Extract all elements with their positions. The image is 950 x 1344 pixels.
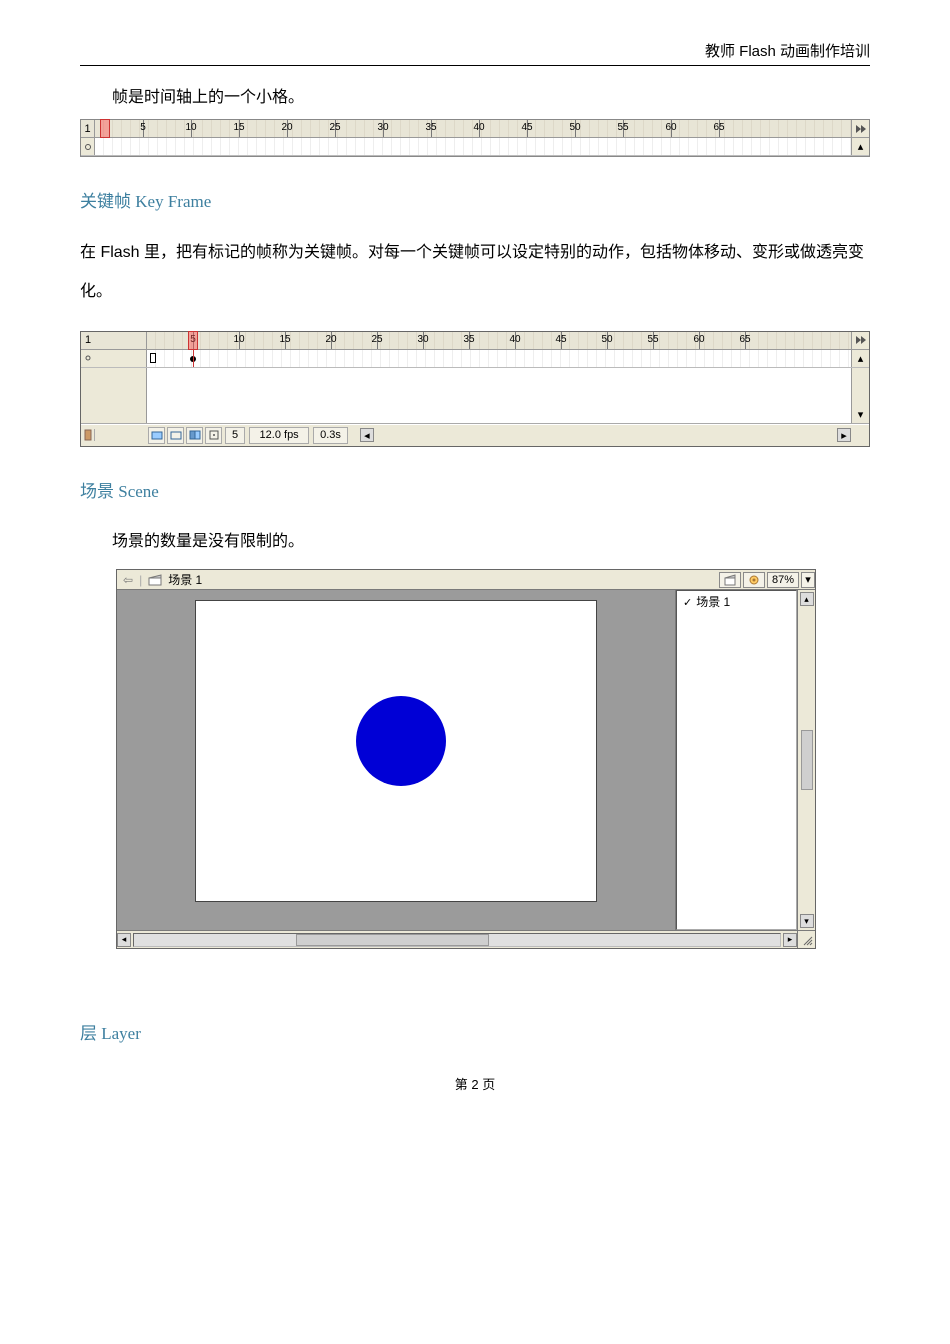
toolbar-handle[interactable] — [81, 429, 95, 441]
ruler-tick-label: 15 — [279, 334, 290, 345]
page-header: 教师 Flash 动画制作培训 — [80, 40, 870, 61]
hscroll-thumb[interactable] — [296, 934, 490, 946]
breadcrumb-scene-label[interactable]: 场景 1 — [168, 571, 202, 588]
vertical-scrollbar[interactable] — [797, 590, 815, 930]
timeline-ruler-1: 1 5 10 15 20 25 30 35 40 45 50 55 60 65 — [80, 119, 870, 157]
ruler-tick-label: 30 — [377, 122, 388, 133]
scroll-up-icon[interactable] — [851, 138, 869, 155]
ruler-tick-label: 65 — [713, 122, 724, 133]
ruler-track[interactable]: 5101520253035404550556065 — [147, 332, 851, 349]
ruler-tick-label: 45 — [555, 334, 566, 345]
para-keyframe: 在 Flash 里，把有标记的帧称为关键帧。对每一个关键帧可以设定特别的动作，包… — [80, 234, 870, 311]
horizontal-scrollbar[interactable] — [117, 931, 797, 948]
ruler-tick-label: 30 — [417, 334, 428, 345]
scroll-down-icon[interactable] — [851, 368, 869, 423]
ruler-end-button[interactable] — [851, 332, 869, 349]
blank-keyframe-marker[interactable] — [150, 353, 156, 363]
ruler-start-cell: 1 — [81, 120, 95, 137]
ruler-tick-label: 60 — [693, 334, 704, 345]
ruler-tick-label: 10 — [233, 334, 244, 345]
onion-skin-outline-icon[interactable] — [167, 427, 184, 444]
edit-multiple-frames-icon[interactable] — [186, 427, 203, 444]
track-left-gutter — [81, 350, 147, 367]
hscroll-right-icon[interactable] — [837, 428, 851, 442]
ruler-tick-label: 25 — [329, 122, 340, 133]
scroll-up-icon[interactable] — [800, 592, 814, 606]
fps-field[interactable]: 12.0 fps — [249, 427, 309, 444]
scene-list-panel: 场景 1 — [675, 590, 797, 930]
playhead[interactable] — [188, 331, 198, 350]
ruler-tick-label: 55 — [617, 122, 628, 133]
ruler-tick-label: 40 — [509, 334, 520, 345]
ruler-tick-label: 25 — [371, 334, 382, 345]
ruler-tick-label: 65 — [739, 334, 750, 345]
scene-list-item-label: 场景 1 — [696, 593, 730, 610]
page-number: 第 2 页 — [80, 1074, 870, 1093]
stage-canvas[interactable] — [195, 600, 597, 902]
ruler-tick-label: 10 — [185, 122, 196, 133]
heading-keyframe: 关键帧 Key Frame — [80, 187, 870, 212]
heading-scene: 场景 Scene — [80, 477, 870, 502]
zoom-dropdown-icon[interactable] — [801, 572, 815, 588]
ruler-tick-label: 45 — [521, 122, 532, 133]
edit-symbol-icon[interactable] — [743, 572, 765, 588]
ruler-tick-label: 20 — [325, 334, 336, 345]
para-scene: 场景的数量是没有限制的。 — [80, 524, 870, 559]
scroll-thumb[interactable] — [801, 730, 813, 790]
layer-gutter — [81, 368, 147, 423]
ruler-tick-label: 60 — [665, 122, 676, 133]
playhead[interactable] — [100, 119, 110, 138]
scene-list-item[interactable]: 场景 1 — [677, 591, 796, 612]
ruler-tick-label: 50 — [601, 334, 612, 345]
ruler-tick-label: 15 — [233, 122, 244, 133]
timeline-panel-2: 1 5 10 15 20 25 30 35 40 45 50 55 60 65 — [80, 331, 870, 447]
ruler-tick-label: 35 — [463, 334, 474, 345]
stage-viewport[interactable] — [117, 590, 675, 930]
scroll-right-icon[interactable] — [783, 933, 797, 947]
timeline-toolbar: 5 12.0 fps 0.3s — [81, 424, 869, 446]
elapsed-field[interactable]: 0.3s — [313, 427, 348, 444]
hscroll-left-icon[interactable] — [360, 428, 374, 442]
heading-layer: 层 Layer — [80, 1019, 870, 1044]
current-frame-field[interactable]: 5 — [225, 427, 245, 444]
scroll-up-icon[interactable] — [851, 350, 869, 367]
ruler-tick-label: 50 — [569, 122, 580, 133]
onion-markers-icon[interactable] — [205, 427, 222, 444]
scroll-left-icon[interactable] — [117, 933, 131, 947]
track-handle[interactable] — [81, 138, 95, 155]
header-rule — [80, 65, 870, 66]
blue-circle-shape[interactable] — [356, 696, 446, 786]
track-body[interactable] — [95, 138, 851, 155]
hscroll-track[interactable] — [133, 933, 781, 947]
zoom-field[interactable]: 87% — [767, 572, 799, 588]
ruler-start-cell: 1 — [81, 332, 147, 349]
ruler-tick-label: 55 — [647, 334, 658, 345]
layer-area[interactable] — [147, 368, 851, 423]
ruler-tick-label: 20 — [281, 122, 292, 133]
back-icon[interactable]: ⇦ — [123, 573, 133, 587]
scene-editor-panel: ⇦ | 场景 1 87% — [116, 569, 816, 949]
resize-corner-icon[interactable] — [797, 931, 815, 948]
ruler-tick-label: 5 — [140, 122, 146, 133]
breadcrumb-separator: | — [139, 573, 142, 587]
playhead-line — [193, 350, 194, 367]
track-body[interactable] — [147, 350, 851, 367]
breadcrumb: ⇦ | 场景 1 — [117, 570, 717, 589]
onion-skin-icon[interactable] — [148, 427, 165, 444]
ruler-tick-label: 40 — [473, 122, 484, 133]
edit-scene-icon[interactable] — [719, 572, 741, 588]
ruler-end-button[interactable] — [851, 120, 869, 137]
check-icon — [683, 595, 692, 609]
scroll-down-icon[interactable] — [800, 914, 814, 928]
scene-clapper-icon — [148, 574, 162, 586]
ruler-track[interactable]: 5 10 15 20 25 30 35 40 45 50 55 60 65 — [95, 120, 851, 137]
intro-text: 帧是时间轴上的一个小格。 — [80, 80, 870, 115]
ruler-tick-label: 35 — [425, 122, 436, 133]
